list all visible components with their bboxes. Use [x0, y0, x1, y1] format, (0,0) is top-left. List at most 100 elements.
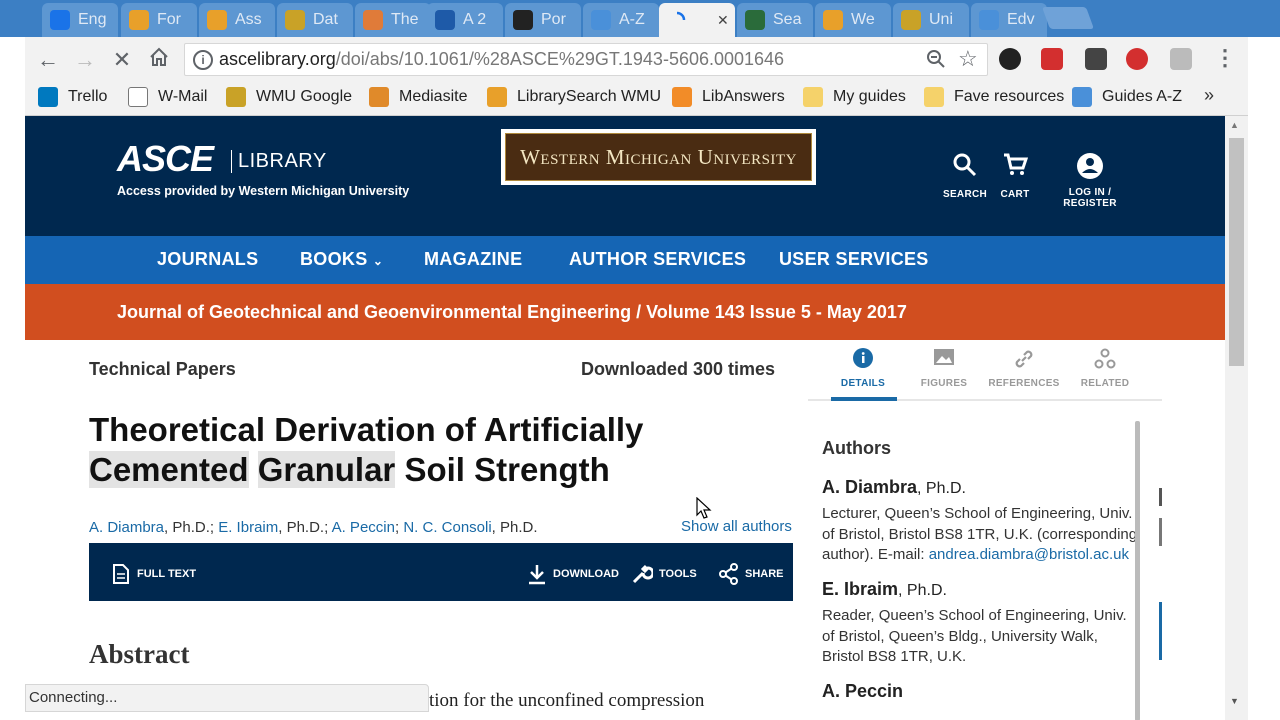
nav-journals[interactable]: JOURNALS	[157, 249, 258, 270]
author-link[interactable]: E. Ibraim	[218, 519, 278, 536]
browser-tab[interactable]: Ass	[199, 3, 275, 37]
document-icon	[113, 564, 129, 584]
wmu-icon	[226, 87, 246, 107]
browser-tab[interactable]: Sea	[737, 3, 813, 37]
author-3-name-text: A. Peccin	[822, 681, 904, 701]
abstract-text: tion for the unconfined compression	[429, 690, 705, 711]
bookmark-item[interactable]: Fave resources	[924, 86, 1064, 108]
browser-tab[interactable]: For	[121, 3, 197, 37]
tab-references[interactable]: REFERENCES	[985, 348, 1063, 389]
cart-button[interactable]: CART	[993, 152, 1037, 200]
page-icon	[128, 87, 148, 107]
bookmark-item[interactable]: My guides	[803, 86, 906, 108]
institution-banner-text: Western Michigan University	[505, 133, 812, 181]
info-icon[interactable]: i	[193, 50, 213, 70]
new-tab-button[interactable]	[1041, 7, 1095, 29]
forward-icon[interactable]: →	[71, 46, 99, 74]
stop-icon[interactable]: ✕	[108, 46, 136, 74]
browser-tab[interactable]: Dat	[277, 3, 353, 37]
cloud-icon	[979, 10, 999, 30]
download-button[interactable]: DOWNLOAD	[527, 563, 619, 585]
browser-tab[interactable]: The	[355, 3, 431, 37]
share-icon	[719, 563, 738, 585]
zoom-icon[interactable]	[925, 48, 947, 75]
tools-button[interactable]: TOOLS	[631, 563, 697, 585]
tab-related[interactable]: RELATED	[1066, 348, 1144, 389]
title-remainder: Soil Strength	[404, 451, 610, 488]
panel-scrollbar[interactable]	[1135, 421, 1140, 720]
nav-books[interactable]: BOOKS ⌄	[300, 249, 383, 270]
tab-title: Dat	[313, 11, 338, 28]
menu-kebab-icon[interactable]: ⋮	[1214, 47, 1236, 69]
bookmark-star-icon[interactable]: ☆	[958, 46, 978, 72]
bookmark-item[interactable]: W-Mail	[128, 86, 207, 108]
tab-title: A-Z	[619, 11, 645, 28]
nav-user-services[interactable]: USER SERVICES	[779, 249, 929, 270]
link-icon	[985, 348, 1063, 372]
browser-tab[interactable]: Uni	[893, 3, 969, 37]
evernote-icon[interactable]	[1085, 48, 1107, 70]
author-link[interactable]: A. Peccin	[332, 519, 395, 536]
bookmarks-overflow-button[interactable]: »	[1204, 85, 1214, 106]
aps-icon	[745, 10, 765, 30]
download-icon	[529, 565, 545, 585]
nav-magazine[interactable]: MAGAZINE	[424, 249, 522, 270]
back-icon[interactable]: ←	[34, 46, 62, 74]
home-icon[interactable]	[145, 46, 173, 74]
author-2-degree: , Ph.D.	[898, 582, 947, 599]
bookmark-item[interactable]: Trello	[38, 86, 107, 108]
tab-details[interactable]: DETAILS	[824, 348, 902, 389]
search-button[interactable]: SEARCH	[940, 152, 990, 200]
bookmark-item[interactable]: Mediasite	[369, 86, 467, 108]
browser-tab[interactable]: We	[815, 3, 891, 37]
extension-badge-icon[interactable]	[1126, 48, 1148, 70]
browser-tab[interactable]: A 2	[427, 3, 503, 37]
browser-tab[interactable]: ✕	[659, 3, 735, 37]
web-page: ASCE LIBRARY Access provided by Western …	[25, 116, 1225, 720]
login-button[interactable]: LOG IN / REGISTER	[1041, 152, 1139, 209]
author-1-email-link[interactable]: andrea.diambra@bristol.ac.uk	[929, 546, 1129, 563]
journal-breadcrumb[interactable]: Journal of Geotechnical and Geoenvironme…	[117, 302, 907, 323]
browser-tab[interactable]: Por	[505, 3, 581, 37]
browser-tab[interactable]: Eng	[42, 3, 118, 37]
share-button[interactable]: SHARE	[719, 563, 784, 585]
asce-library-label[interactable]: LIBRARY	[231, 150, 327, 173]
close-tab-icon[interactable]: ✕	[717, 12, 729, 29]
loading-spinner-icon	[667, 10, 687, 30]
url-text: ascelibrary.org/doi/abs/10.1061/%28ASCE%…	[219, 49, 785, 69]
nav-author-services[interactable]: AUTHOR SERVICES	[569, 249, 746, 270]
extension-red-icon[interactable]	[1041, 48, 1063, 70]
author-link[interactable]: A. Diambra	[89, 519, 164, 536]
bookmark-label: Mediasite	[399, 88, 468, 105]
author-link[interactable]: N. C. Consoli	[403, 519, 491, 536]
bookmark-item[interactable]: WMU Google	[226, 86, 352, 108]
full-text-label: FULL TEXT	[137, 568, 197, 580]
browser-tab[interactable]: Edv	[971, 3, 1047, 37]
asce-logo[interactable]: ASCE	[117, 138, 214, 180]
search-icon	[953, 153, 977, 177]
author-list: A. Diambra, Ph.D.; E. Ibraim, Ph.D.; A. …	[89, 519, 538, 536]
cloud-icon	[1072, 87, 1092, 107]
browser-tab[interactable]: A-Z	[583, 3, 659, 37]
tab-title: For	[157, 11, 181, 28]
scroll-up-arrow-icon[interactable]: ▲	[1230, 120, 1239, 130]
tab-title: Eng	[78, 11, 107, 28]
chevron-down-icon: ⌄	[372, 254, 384, 268]
download-count: Downloaded 300 times	[581, 359, 776, 379]
author-1-name-text: A. Diambra	[822, 477, 918, 497]
tab-figures[interactable]: FIGURES	[905, 348, 983, 389]
bookmark-item[interactable]: Guides A-Z	[1072, 86, 1182, 108]
active-tab-indicator	[831, 397, 897, 401]
bookmark-item[interactable]: LibrarySearch WMU	[487, 86, 661, 108]
institution-banner: Western Michigan University	[501, 129, 816, 185]
trello-icon	[38, 87, 58, 107]
full-text-button[interactable]: FULL TEXT	[111, 563, 196, 585]
related-nodes-icon	[1066, 348, 1144, 372]
scroll-down-arrow-icon[interactable]: ▼	[1230, 696, 1239, 706]
e-orange-icon	[363, 10, 383, 30]
extension-camera-icon[interactable]	[999, 48, 1021, 70]
page-scrollbar-thumb[interactable]	[1229, 138, 1244, 366]
rainbow-icon	[207, 10, 227, 30]
bookmark-item[interactable]: LibAnswers	[672, 86, 785, 108]
extension-pdf-icon[interactable]	[1170, 48, 1192, 70]
